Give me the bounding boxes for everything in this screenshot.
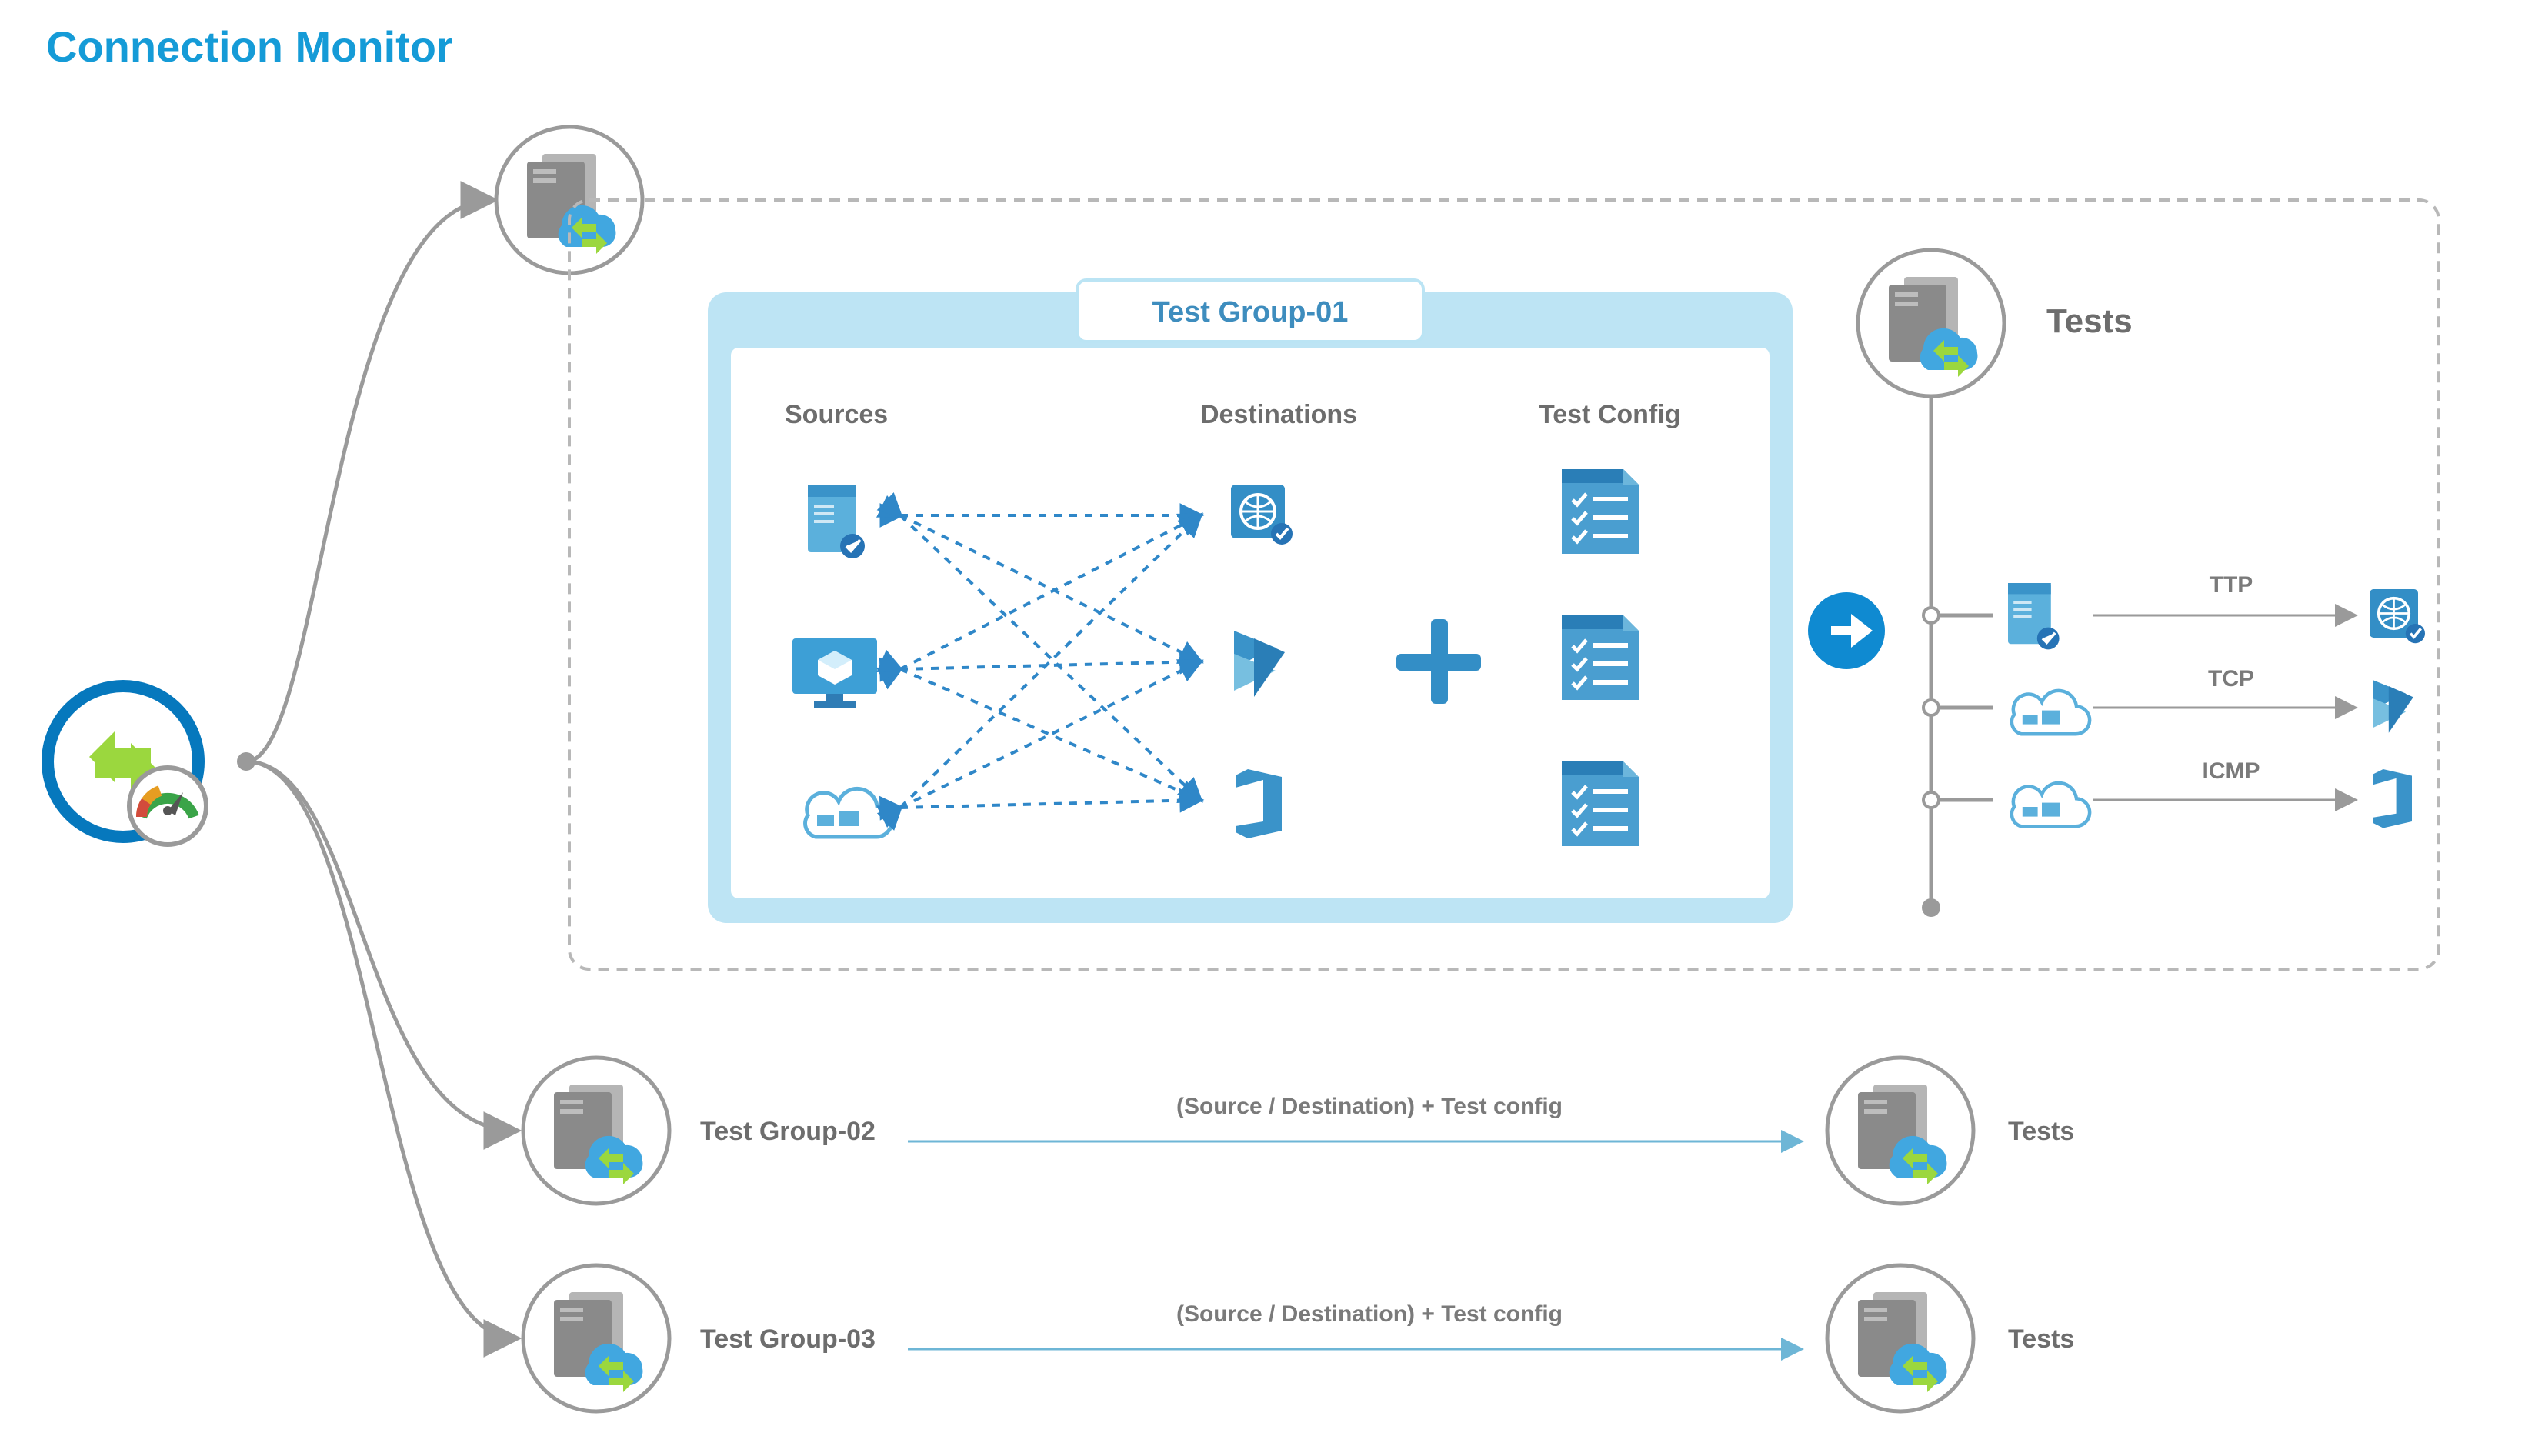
protocol-label-1: TTP [2210, 572, 2253, 598]
root-node [48, 686, 206, 845]
branch-to-group1 [246, 200, 492, 761]
col-config: Test Config [1539, 400, 1680, 429]
config-icon-3 [1562, 761, 1639, 846]
group2-result: Tests [2008, 1117, 2074, 1146]
test-row-1: TTP [2008, 572, 2425, 649]
config-icon-2 [1562, 615, 1639, 700]
col-sources: Sources [785, 400, 888, 429]
tests-heading: Tests [2046, 302, 2133, 340]
branch-to-group3 [246, 761, 515, 1338]
group3-result: Tests [2008, 1324, 2074, 1354]
group2-label: Test Group-02 [700, 1117, 876, 1146]
branch-to-group2 [246, 761, 515, 1131]
protocol-label-2: TCP [2208, 666, 2254, 691]
group3-label: Test Group-03 [700, 1324, 876, 1354]
group2-row: Test Group-02 (Source / Destination) + T… [523, 1058, 2074, 1204]
test-row-2: TCP [2012, 666, 2413, 734]
arrow-to-tests-icon [1808, 592, 1885, 669]
page-title: Connection Monitor [46, 22, 453, 71]
tests-tree [1922, 396, 1993, 917]
dest-globe-icon [1231, 485, 1293, 545]
group3-row: Test Group-03 (Source / Destination) + T… [523, 1265, 2074, 1411]
group3-note: (Source / Destination) + Test config [1176, 1301, 1563, 1327]
tests-node-icon [1858, 250, 2004, 396]
test-row-3: ICMP [2012, 758, 2412, 828]
protocol-label-3: ICMP [2203, 758, 2260, 784]
panel-tab-label: Test Group-01 [1152, 296, 1349, 328]
config-icon-1 [1562, 469, 1639, 554]
col-destinations: Destinations [1200, 400, 1357, 429]
group2-note: (Source / Destination) + Test config [1176, 1094, 1563, 1119]
